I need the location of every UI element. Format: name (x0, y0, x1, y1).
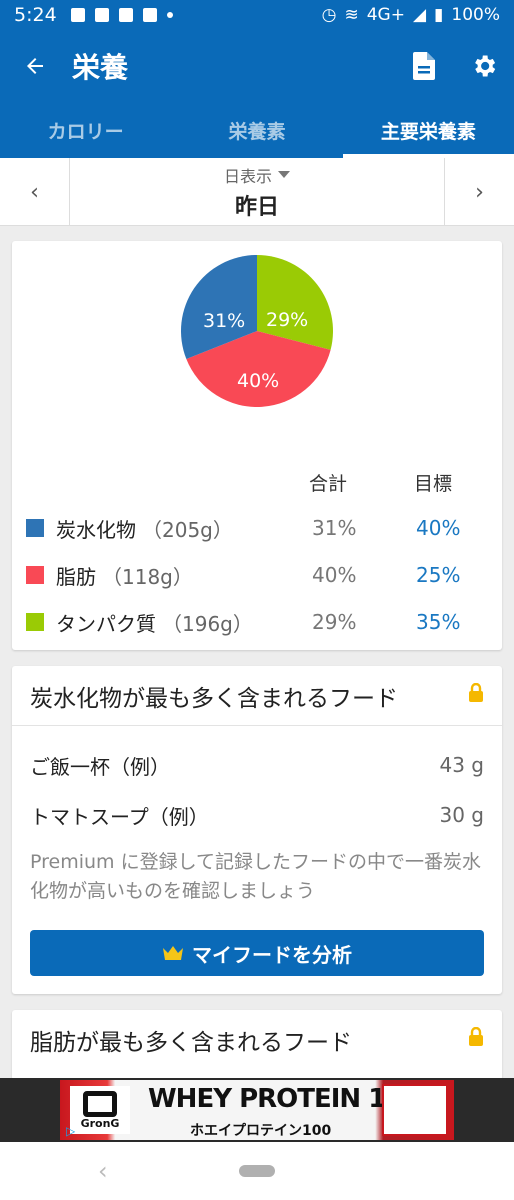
total-header: 合計 (309, 473, 348, 495)
system-navigation-bar: ‹ (0, 1142, 514, 1200)
more-notifications-icon (166, 12, 173, 18)
top-fat-foods-card: 脂肪が最も多く含まれるフード (12, 1010, 502, 1080)
image-icon (70, 8, 85, 22)
signal-icon: ◢ (412, 5, 427, 25)
dropdown-arrow-icon (278, 171, 290, 178)
ad-banner[interactable]: GronG WHEY PROTEIN 100 ホエイプロテイン100 (60, 1080, 454, 1140)
page-title: 栄養 (72, 51, 129, 84)
protein-color-swatch (26, 613, 44, 631)
app-notification-icon (118, 8, 133, 22)
pie-label-fat: 40% (237, 370, 280, 392)
settings-button[interactable] (454, 30, 514, 102)
tab-nutrients[interactable]: 栄養素 (171, 102, 342, 158)
date-selector[interactable]: 日表示 昨日 (70, 158, 444, 225)
network-type: 4G+ (366, 5, 405, 25)
previous-day-button[interactable]: ‹ (0, 158, 70, 226)
date-label: 昨日 (234, 194, 279, 220)
export-button[interactable] (394, 30, 454, 102)
tab-macronutrients[interactable]: 主要栄養素 (342, 102, 514, 158)
document-icon (413, 52, 435, 80)
status-time: 5:24 (14, 4, 57, 26)
macro-row-protein: タンパク質 （196g） 29% 35% (26, 606, 488, 638)
status-bar: 5:24 ◷ ≋ 4G+ ◢ ▮ 100% (0, 0, 514, 30)
ad-subtitle: ホエイプロテイン100 (190, 1123, 332, 1139)
app-bar: 栄養 (0, 30, 514, 102)
macro-row-fat: 脂肪 （118g） 40% 25% (26, 559, 488, 591)
wifi-icon: ≋ (344, 5, 359, 25)
card-title: 炭水化物が最も多く含まれるフード (30, 685, 398, 712)
next-day-button[interactable]: › (444, 158, 514, 226)
food-name: ご飯一杯（例） (30, 754, 170, 779)
system-back-button[interactable]: ‹ (98, 1157, 108, 1185)
macro-summary-card: 31% 40% 29% 合計 目標 炭水化物 （205g） 31% 40% 脂肪… (12, 241, 502, 650)
food-row: トマトスープ（例） 30 g (12, 790, 502, 840)
tab-bar: カロリー 栄養素 主要栄養素 (0, 102, 514, 158)
macro-pie-chart: 31% 40% 29% (180, 254, 334, 408)
gear-icon (475, 55, 496, 77)
back-button[interactable] (0, 30, 70, 102)
goal-header: 目標 (414, 473, 453, 495)
youtube-icon (94, 8, 109, 22)
card-title: 脂肪が最も多く含まれるフード (30, 1030, 352, 1056)
alarm-icon: ◷ (321, 5, 337, 25)
tab-calories[interactable]: カロリー (0, 102, 171, 158)
ad-container: GronG WHEY PROTEIN 100 ホエイプロテイン100 ▷ (0, 1078, 514, 1142)
pie-label-protein: 29% (266, 309, 309, 331)
date-navigator: ‹ 日表示 昨日 › (0, 158, 514, 226)
ad-headline: WHEY PROTEIN 100 (148, 1084, 421, 1114)
square-notification-icon (142, 8, 157, 22)
macro-row-carbs: 炭水化物 （205g） 31% 40% (26, 512, 488, 544)
food-amount: 30 g (439, 803, 484, 827)
chevron-left-icon: ‹ (30, 179, 39, 205)
ad-logo: GronG (70, 1086, 130, 1134)
chevron-right-icon: › (475, 179, 484, 205)
top-carb-foods-card: 炭水化物が最も多く含まれるフード ご飯一杯（例） 43 g トマトスープ（例） … (12, 666, 502, 994)
arrow-back-icon (27, 58, 43, 74)
carbs-color-swatch (26, 519, 44, 537)
crown-icon (163, 946, 183, 960)
lock-icon (468, 682, 484, 709)
premium-prompt-text: Premium に登録して記録したフードの中で一番炭水化物が高いものを確認しまし… (30, 851, 482, 902)
product-image (382, 1084, 448, 1136)
analyze-my-foods-button[interactable]: マイフードを分析 (30, 930, 484, 976)
view-mode-label: 日表示 (223, 166, 272, 186)
battery-icon: ▮ (434, 5, 444, 25)
ad-choices-icon[interactable]: ▷ (66, 1124, 75, 1138)
food-row: ご飯一杯（例） 43 g (12, 740, 502, 790)
battery-level: 100% (451, 5, 500, 25)
system-home-button[interactable] (239, 1165, 275, 1177)
lock-icon (468, 1026, 484, 1053)
food-amount: 43 g (439, 753, 484, 777)
food-name: トマトスープ（例） (30, 804, 209, 829)
fat-color-swatch (26, 566, 44, 584)
brand-logo-icon (83, 1090, 117, 1117)
pie-label-carbs: 31% (203, 310, 246, 332)
